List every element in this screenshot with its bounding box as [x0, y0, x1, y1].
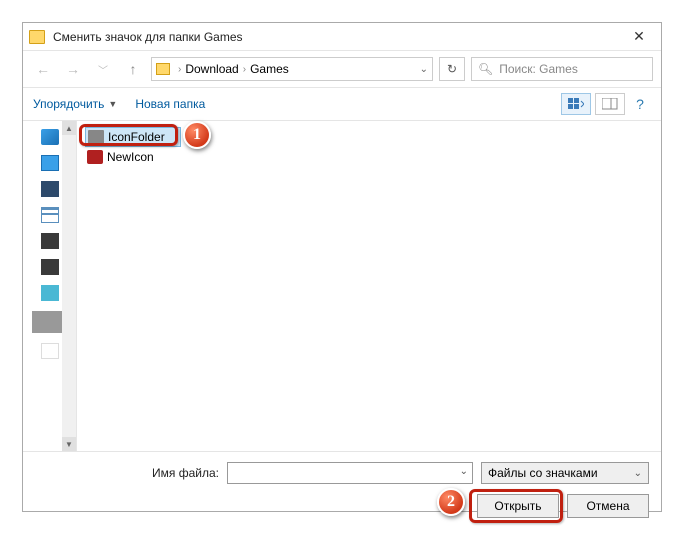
drive-icon[interactable]: [41, 259, 59, 275]
chevron-down-icon: ▼: [108, 99, 117, 109]
file-name: IconFolder: [108, 130, 165, 144]
address-bar[interactable]: › Download › Games ⌄: [151, 57, 433, 81]
open-button[interactable]: Открыть: [477, 494, 559, 518]
organize-menu[interactable]: Упорядочить ▼: [33, 97, 117, 111]
chevron-down-icon: ⌄: [634, 468, 642, 479]
videos-icon[interactable]: [41, 181, 59, 197]
forward-button[interactable]: →: [61, 57, 85, 81]
view-mode-button[interactable]: [561, 93, 591, 115]
chevron-right-icon: ›: [243, 64, 246, 75]
back-button[interactable]: ←: [31, 57, 55, 81]
chevron-down-icon[interactable]: ⌄: [460, 466, 468, 477]
file-list[interactable]: IconFolder NewIcon 1: [77, 121, 661, 451]
filter-label: Файлы со значками: [488, 466, 598, 480]
footer: Имя файла: ⌄ Файлы со значками ⌄ Открыть…: [23, 451, 661, 530]
preview-pane-button[interactable]: [595, 93, 625, 115]
scroll-up-icon[interactable]: ▲: [62, 121, 76, 135]
sidebar-item[interactable]: [41, 343, 59, 359]
file-dialog: Сменить значок для папки Games ✕ ← → ﹀ ↑…: [22, 22, 662, 512]
annotation-badge-2: 2: [437, 488, 465, 516]
file-item[interactable]: NewIcon: [85, 147, 653, 167]
quick-access-icon[interactable]: [41, 129, 59, 145]
cancel-button[interactable]: Отмена: [567, 494, 649, 518]
drive-icon[interactable]: [41, 233, 59, 249]
program-icon: [87, 150, 103, 164]
chevron-down-icon[interactable]: ⌄: [420, 64, 428, 75]
file-type-filter[interactable]: Файлы со значками ⌄: [481, 462, 649, 484]
search-placeholder: Поиск: Games: [499, 62, 578, 76]
close-button[interactable]: ✕: [623, 28, 655, 45]
recent-dropdown[interactable]: ﹀: [91, 57, 115, 81]
chevron-right-icon: ›: [178, 64, 181, 75]
body: ▲ ▼ IconFolder NewIcon 1: [23, 121, 661, 451]
annotation-badge-1: 1: [183, 121, 211, 149]
nav-row: ← → ﹀ ↑ › Download › Games ⌄ ↻ 🔍︎ Поиск:…: [23, 51, 661, 87]
sidebar: ▲ ▼: [23, 121, 77, 451]
filename-label: Имя файла:: [152, 466, 219, 480]
window-title: Сменить значок для папки Games: [53, 30, 623, 44]
this-pc-icon[interactable]: [41, 155, 59, 171]
refresh-button[interactable]: ↻: [439, 57, 465, 81]
scroll-down-icon[interactable]: ▼: [62, 437, 76, 451]
up-button[interactable]: ↑: [121, 57, 145, 81]
search-icon: 🔍︎: [478, 62, 493, 76]
folder-icon: [88, 130, 104, 144]
new-folder-button[interactable]: Новая папка: [135, 97, 205, 111]
path-segment[interactable]: Games: [250, 62, 289, 76]
folder-icon: [156, 63, 170, 75]
path-segment[interactable]: Download: [185, 62, 238, 76]
search-input[interactable]: 🔍︎ Поиск: Games: [471, 57, 653, 81]
scroll-track[interactable]: [62, 135, 76, 437]
help-button[interactable]: ?: [629, 93, 651, 115]
folder-icon: [29, 30, 45, 44]
filename-input[interactable]: ⌄: [227, 462, 473, 484]
titlebar: Сменить значок для папки Games ✕: [23, 23, 661, 51]
file-name: NewIcon: [107, 150, 154, 164]
sidebar-scrollbar[interactable]: ▲ ▼: [62, 121, 76, 451]
network-icon[interactable]: [41, 285, 59, 301]
toolbar: Упорядочить ▼ Новая папка ?: [23, 87, 661, 121]
documents-icon[interactable]: [41, 207, 59, 223]
organize-label: Упорядочить: [33, 97, 104, 111]
file-item-selected[interactable]: IconFolder: [85, 127, 181, 147]
